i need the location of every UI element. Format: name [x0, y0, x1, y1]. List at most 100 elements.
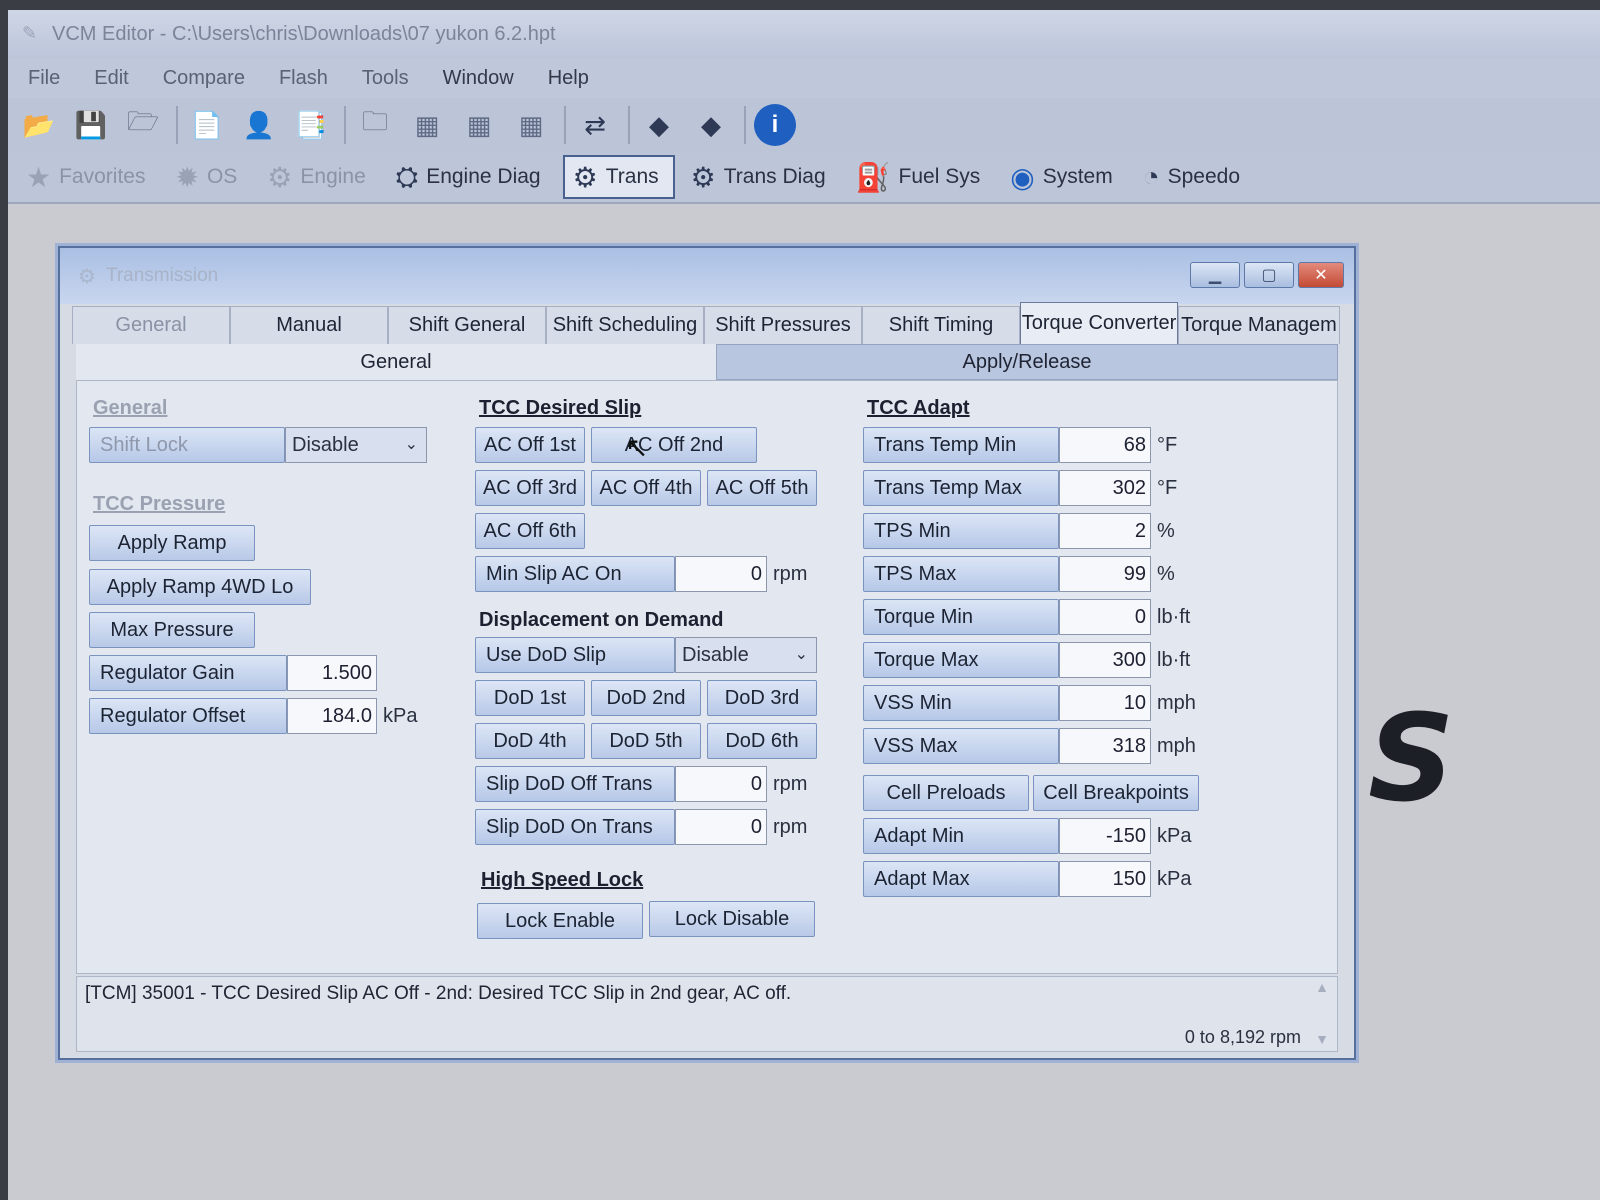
open-icon[interactable]: 📂 [18, 104, 60, 146]
tab-shift-timing[interactable]: Shift Timing [862, 306, 1020, 344]
toolbar-separator [628, 106, 630, 144]
tab-torque-converter[interactable]: Torque Converter [1020, 302, 1178, 344]
tps-min-field[interactable]: 2 [1059, 513, 1151, 549]
regulator-gain-field[interactable]: 1.500 [287, 655, 377, 691]
ac-off-3rd-button[interactable]: AC Off 3rd [475, 470, 585, 506]
torque-min-unit: lb·ft [1157, 606, 1191, 628]
engine-icon: ⚙ [267, 161, 293, 193]
menu-tools[interactable]: Tools [362, 67, 409, 90]
vss-min-unit: mph [1157, 692, 1196, 714]
adapt-min-unit: kPa [1157, 825, 1192, 847]
ac-off-4th-button[interactable]: AC Off 4th [591, 470, 701, 506]
module-system[interactable]: ◉ System [1002, 155, 1126, 199]
user-icon[interactable]: 👤 [238, 104, 280, 146]
tab-torque-management[interactable]: Torque Managem [1178, 306, 1340, 344]
trans-temp-max-unit: °F [1157, 477, 1178, 499]
ac-off-1st-button[interactable]: AC Off 1st [475, 427, 585, 463]
scroll-down-icon[interactable]: ▼ [1315, 1031, 1329, 1047]
menu-help[interactable]: Help [548, 67, 589, 90]
mouse-cursor-icon: ↖ [625, 432, 649, 463]
adapt-min-field[interactable]: -150 [1059, 818, 1151, 854]
app-icon: ✎ [22, 23, 38, 43]
apply-ramp-button[interactable]: Apply Ramp [89, 525, 255, 561]
torque-max-field[interactable]: 300 [1059, 642, 1151, 678]
window-title-bar[interactable]: ⚙ Transmission ▁ ▢ ✕ [60, 248, 1354, 304]
slip-dod-off-trans-field[interactable]: 0 [675, 766, 767, 802]
dod-3rd-button[interactable]: DoD 3rd [707, 680, 817, 716]
module-label: Trans Diag [723, 165, 826, 188]
minimize-button[interactable]: ▁ [1190, 262, 1240, 288]
save-icon[interactable]: 💾 [70, 104, 112, 146]
torque-min-field[interactable]: 0 [1059, 599, 1151, 635]
trans-temp-min-field[interactable]: 68 [1059, 427, 1151, 463]
background-logo-letter: S [1368, 690, 1455, 829]
tps-max-field[interactable]: 99 [1059, 556, 1151, 592]
subtab-general[interactable]: General [76, 344, 716, 380]
app-title-bar: ✎ VCM Editor - C:\Users\chris\Downloads\… [8, 10, 1600, 58]
menu-window[interactable]: Window [443, 67, 514, 90]
module-fuel-sys[interactable]: ⛽ Fuel Sys [848, 155, 995, 199]
max-pressure-button[interactable]: Max Pressure [89, 612, 255, 648]
cell-preloads-button[interactable]: Cell Preloads [863, 775, 1029, 811]
regulator-offset-unit: kPa [383, 705, 418, 727]
menu-compare[interactable]: Compare [163, 67, 245, 90]
close-button[interactable]: ✕ [1298, 262, 1344, 288]
maximize-button[interactable]: ▢ [1244, 262, 1294, 288]
file-info-icon[interactable]: 📄 [186, 104, 228, 146]
folder-icon[interactable]: 🗁 [122, 104, 164, 146]
dod-2nd-button[interactable]: DoD 2nd [591, 680, 701, 716]
chip-icon[interactable]: ◆ [690, 104, 732, 146]
tab-manual[interactable]: Manual [230, 306, 388, 344]
slip-dod-on-trans-field[interactable]: 0 [675, 809, 767, 845]
slip-dod-off-trans-label: Slip DoD Off Trans [475, 766, 675, 802]
vss-min-field[interactable]: 10 [1059, 685, 1151, 721]
folder-image-icon[interactable]: 🗀 [354, 104, 396, 146]
module-trans[interactable]: ⚙ Trans [562, 155, 675, 199]
subtab-apply-release[interactable]: Apply/Release [716, 344, 1338, 380]
trans-temp-min-label: Trans Temp Min [863, 427, 1059, 463]
high-speed-lock-heading: High Speed Lock [481, 869, 644, 891]
ac-off-6th-button[interactable]: AC Off 6th [475, 513, 585, 549]
apply-ramp-4wd-button[interactable]: Apply Ramp 4WD Lo [89, 569, 311, 605]
module-os[interactable]: ✹ OS [167, 155, 251, 199]
tps-min-unit: % [1157, 520, 1175, 542]
shift-lock-select[interactable]: Disable ⌄ [285, 427, 427, 463]
module-speedo[interactable]: ◔ Speedo [1135, 155, 1254, 199]
menu-file[interactable]: File [28, 67, 60, 90]
tab-general[interactable]: General [72, 306, 230, 344]
vss-max-field[interactable]: 318 [1059, 728, 1151, 764]
lock-enable-button[interactable]: Lock Enable [477, 903, 643, 939]
module-engine[interactable]: ⚙ Engine [259, 155, 380, 199]
toolbar-separator [564, 106, 566, 144]
table-icon[interactable]: ▦ [510, 104, 552, 146]
menu-edit[interactable]: Edit [94, 67, 128, 90]
trans-temp-max-field[interactable]: 302 [1059, 470, 1151, 506]
tab-shift-pressures[interactable]: Shift Pressures [704, 306, 862, 344]
use-dod-slip-select[interactable]: Disable ⌄ [675, 637, 817, 673]
dod-6th-button[interactable]: DoD 6th [707, 723, 817, 759]
swap-icon[interactable]: ⇄ [574, 104, 616, 146]
min-slip-ac-on-field[interactable]: 0 [675, 556, 767, 592]
table-icon[interactable]: ▦ [458, 104, 500, 146]
lock-disable-button[interactable]: Lock Disable [649, 901, 815, 937]
ac-off-5th-button[interactable]: AC Off 5th [707, 470, 817, 506]
module-trans-diag[interactable]: ⚙ Trans Diag [683, 155, 840, 199]
file-compare-icon[interactable]: 📑 [290, 104, 332, 146]
dod-1st-button[interactable]: DoD 1st [475, 680, 585, 716]
module-favorites[interactable]: ★ Favorites [18, 155, 159, 199]
ac-off-2nd-button[interactable]: AC Off 2nd [591, 427, 757, 463]
adapt-max-field[interactable]: 150 [1059, 861, 1151, 897]
chip-icon[interactable]: ◆ [638, 104, 680, 146]
scroll-up-icon[interactable]: ▲ [1315, 979, 1329, 995]
chevron-down-icon: ⌄ [404, 436, 418, 453]
cell-breakpoints-button[interactable]: Cell Breakpoints [1033, 775, 1199, 811]
menu-flash[interactable]: Flash [279, 67, 328, 90]
regulator-offset-field[interactable]: 184.0 [287, 698, 377, 734]
info-icon[interactable]: i [754, 104, 796, 146]
dod-4th-button[interactable]: DoD 4th [475, 723, 585, 759]
tab-shift-general[interactable]: Shift General [388, 306, 546, 344]
tab-shift-scheduling[interactable]: Shift Scheduling [546, 306, 704, 344]
dod-5th-button[interactable]: DoD 5th [591, 723, 701, 759]
table-icon[interactable]: ▦ [406, 104, 448, 146]
module-engine-diag[interactable]: ⛭ Engine Diag [388, 155, 555, 199]
